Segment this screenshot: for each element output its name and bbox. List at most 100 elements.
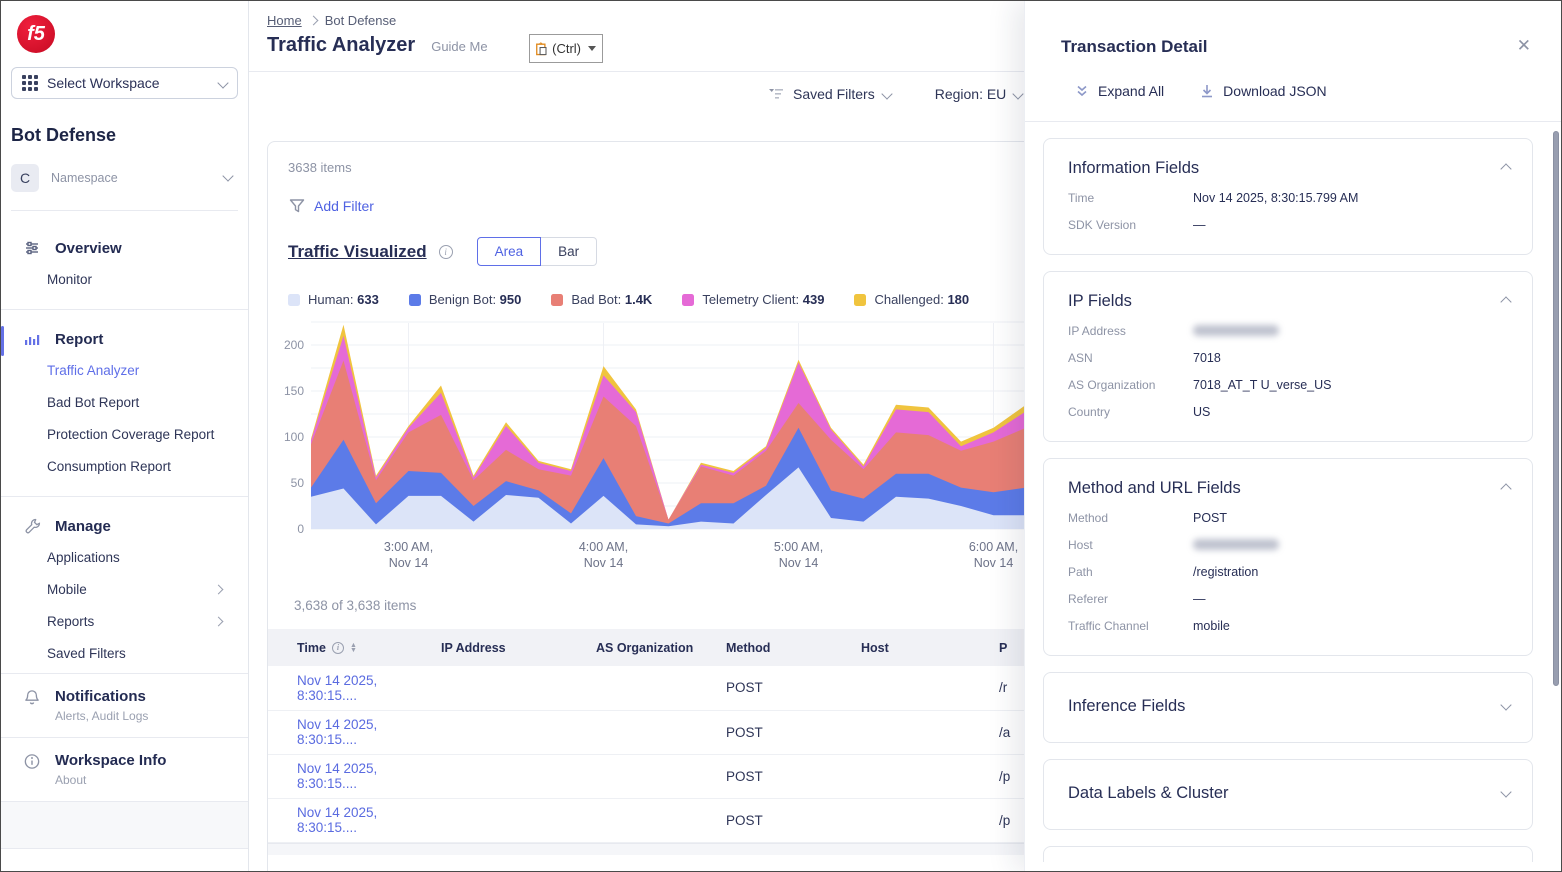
close-icon[interactable]: ✕ (1517, 37, 1531, 54)
legend-item-benign-bot[interactable]: Benign Bot: 950 (409, 292, 522, 307)
download-json-button[interactable]: Download JSON (1200, 83, 1327, 99)
svg-text:Nov 14: Nov 14 (779, 556, 819, 570)
guide-me-link[interactable]: Guide Me (431, 39, 487, 54)
svg-text:50: 50 (291, 476, 305, 490)
grid-icon (22, 75, 38, 91)
sidebar-section-report: ReportTraffic Analyzer Bad Bot Report Prot… (1, 309, 248, 486)
field-value: 7018 (1193, 351, 1221, 365)
sidebar-item-bad-bot-report[interactable]: Bad Bot Report (1, 386, 248, 418)
sidebar-item-traffic-analyzer[interactable]: Traffic Analyzer (1, 354, 248, 386)
sidebar-item-notifications[interactable]: NotificationsAlerts, Audit Logs (1, 673, 248, 737)
column-label: P (999, 641, 1007, 655)
info-icon (23, 752, 41, 770)
transaction-time-link[interactable]: Nov 14 2025, 8:30:15.... (297, 805, 377, 835)
breadcrumb-separator-icon (308, 16, 318, 26)
toggle-area-button[interactable]: Area (477, 237, 542, 266)
sidebar-footer-sub: About (55, 773, 166, 787)
panel-card-inference-fields: Inference Fields (1043, 672, 1533, 743)
page-title: Traffic Analyzer (267, 34, 415, 57)
legend-label: Human: 633 (308, 292, 379, 307)
download-icon (1200, 84, 1214, 99)
expand-all-button[interactable]: Expand All (1075, 83, 1164, 99)
info-icon[interactable]: i (439, 245, 453, 259)
paste-button-label: (Ctrl) (552, 41, 581, 56)
legend-label: Bad Bot: 1.4K (571, 292, 652, 307)
column-label: IP Address (441, 641, 506, 655)
sidebar-section-overview: OverviewMonitor (1, 219, 248, 299)
sidebar-item-manage[interactable]: Manage (1, 511, 248, 541)
field-label: SDK Version (1068, 218, 1193, 232)
scrollbar-thumb[interactable] (1553, 131, 1559, 686)
field-label: ASN (1068, 351, 1193, 365)
sidebar-item-protection-coverage-report[interactable]: Protection Coverage Report (1, 418, 248, 450)
field-label: Path (1068, 565, 1193, 579)
sidebar-item-overview[interactable]: Overview (1, 233, 248, 263)
legend-swatch (551, 294, 563, 306)
app-window: f5 Select Workspace Bot Defense C Namesp… (0, 0, 1562, 872)
sidebar-item-consumption-report[interactable]: Consumption Report (1, 450, 248, 482)
legend-item-bad-bot[interactable]: Bad Bot: 1.4K (551, 292, 652, 307)
saved-filters-label: Saved Filters (793, 86, 875, 102)
info-icon[interactable]: i (332, 642, 344, 654)
transaction-time-link[interactable]: Nov 14 2025, 8:30:15.... (297, 673, 377, 703)
field-row: Host (1068, 538, 1508, 552)
sidebar-item-label: Bad Bot Report (47, 395, 139, 410)
region-dropdown[interactable]: Region: EU (935, 86, 1023, 102)
sidebar-footer-label: Workspace Info (55, 752, 166, 769)
card-title: Information Fields (1068, 159, 1508, 178)
saved-filters-dropdown[interactable]: Saved Filters (767, 85, 891, 103)
traffic-visualized-title[interactable]: Traffic Visualized (288, 242, 427, 262)
funnel-icon (288, 197, 306, 215)
legend-label: Challenged: 180 (874, 292, 969, 307)
svg-text:5:00 AM,: 5:00 AM, (774, 540, 823, 554)
namespace-avatar: C (11, 164, 39, 192)
column-label: Host (861, 641, 889, 655)
paste-options-button[interactable]: (Ctrl) (529, 34, 603, 63)
column-header-ip-address[interactable]: IP Address (433, 629, 588, 666)
legend-label: Benign Bot: 950 (429, 292, 522, 307)
chevron-down-icon (1013, 88, 1024, 99)
panel-scrollbar[interactable] (1553, 131, 1559, 866)
sidebar-item-applications[interactable]: Applications (1, 541, 248, 573)
sidebar-item-reports[interactable]: Reports (1, 605, 248, 637)
method-cell: POST (718, 710, 853, 754)
legend-item-human[interactable]: Human: 633 (288, 292, 379, 307)
svg-text:150: 150 (284, 384, 304, 398)
sort-icon[interactable]: ▲▼ (350, 643, 357, 653)
field-row: ASN7018 (1068, 351, 1508, 365)
bell-icon (23, 688, 41, 706)
svg-text:6:00 AM,: 6:00 AM, (969, 540, 1018, 554)
breadcrumb-home-link[interactable]: Home (267, 13, 302, 28)
column-header-as-organization[interactable]: AS Organization (588, 629, 718, 666)
namespace-selector[interactable]: C Namespace (11, 164, 238, 211)
panel-card-data-labels-cluster: Data Labels & Cluster (1043, 759, 1533, 830)
field-row: SDK Version— (1068, 218, 1508, 232)
transaction-time-link[interactable]: Nov 14 2025, 8:30:15.... (297, 761, 377, 791)
legend-item-telemetry-client[interactable]: Telemetry Client: 439 (682, 292, 824, 307)
toggle-bar-button[interactable]: Bar (541, 237, 597, 266)
chart-view-toggle: Area Bar (477, 237, 598, 266)
breadcrumb-current: Bot Defense (325, 13, 397, 28)
field-row: IP Address (1068, 324, 1508, 338)
panel-card-ip-fields: IP FieldsIP AddressASN7018AS Organizatio… (1043, 271, 1533, 442)
transaction-time-link[interactable]: Nov 14 2025, 8:30:15.... (297, 717, 377, 747)
workspace-selector[interactable]: Select Workspace (11, 67, 238, 99)
field-row: CountryUS (1068, 405, 1508, 419)
sidebar-item-saved-filters[interactable]: Saved Filters (1, 637, 248, 669)
sidebar-item-label: Protection Coverage Report (47, 427, 214, 442)
field-value: — (1193, 218, 1206, 232)
legend-item-challenged[interactable]: Challenged: 180 (854, 292, 969, 307)
column-header-host[interactable]: Host (853, 629, 991, 666)
column-header-method[interactable]: Method (718, 629, 853, 666)
sidebar-item-workspace-info[interactable]: Workspace Info About (1, 737, 248, 801)
sidebar-item-mobile[interactable]: Mobile (1, 573, 248, 605)
field-row: AS Organization7018_AT_T U_verse_US (1068, 378, 1508, 392)
sidebar-item-monitor[interactable]: Monitor (1, 263, 248, 295)
field-value: — (1193, 592, 1206, 606)
filter-lines-icon (767, 85, 785, 103)
column-header-time[interactable]: Timei▲▼ (268, 629, 433, 666)
sidebar-item-report[interactable]: Report (1, 324, 248, 354)
field-value: US (1193, 405, 1210, 419)
report-icon (23, 330, 41, 348)
chevron-down-icon (217, 77, 228, 88)
